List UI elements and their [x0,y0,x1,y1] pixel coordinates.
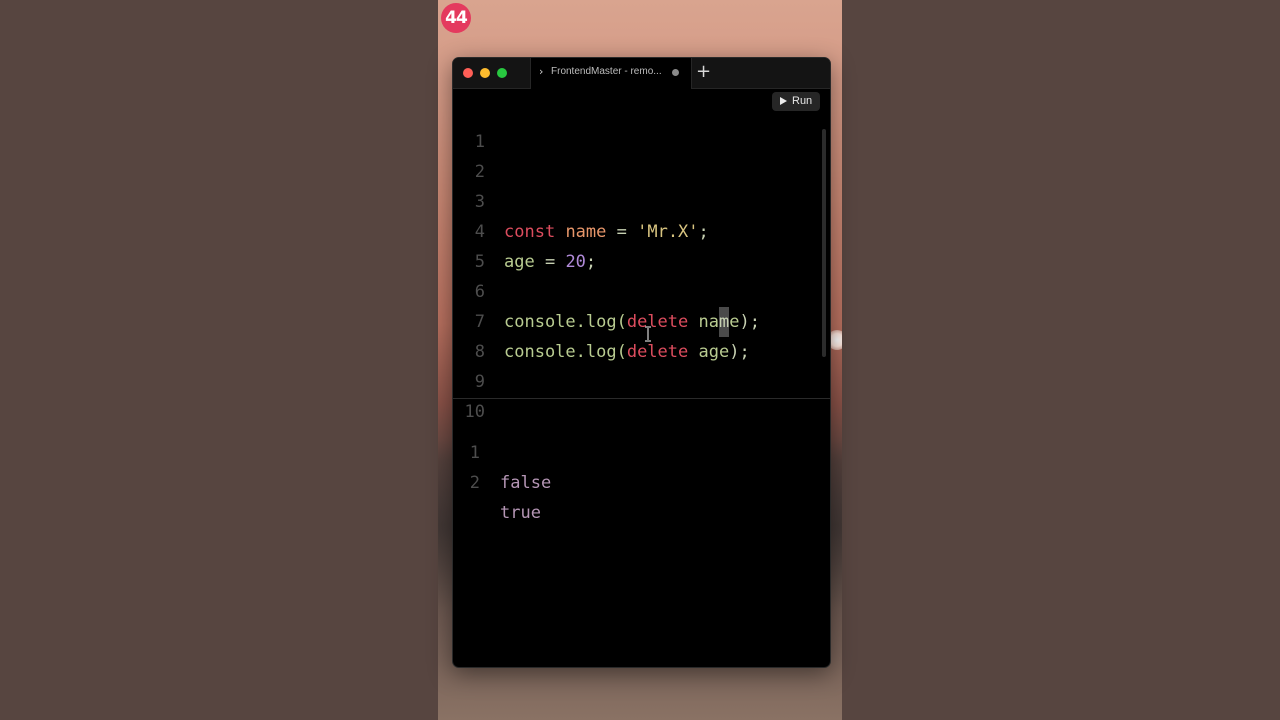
output-value: true [500,503,541,523]
tab-frontendmaster[interactable]: › FrontendMaster - remo... [530,58,692,89]
new-tab-button[interactable]: + [696,62,711,82]
code-line: 10 [453,367,830,422]
editor-output-divider[interactable] [453,398,830,399]
episode-badge: 44 [441,3,471,33]
ibeam-cursor-icon [645,326,651,342]
title-bar: › FrontendMaster - remo... + [453,58,830,89]
code-line: 5 [453,217,830,272]
code-line: 7 console.log(delete age); [453,277,830,362]
code-line: 2 [453,127,830,182]
code-line: 1 [453,97,830,152]
editor-scrollbar[interactable] [822,129,826,357]
chevron-right-icon: › [539,65,544,78]
maximize-window-button[interactable] [497,68,507,78]
tab-title: FrontendMaster - remo... [551,66,662,77]
code-line: 4 age = 20; [453,187,830,272]
output-line: 2 true [453,438,830,523]
minimize-window-button[interactable] [480,68,490,78]
output-panel: 1 false 2 true [453,408,830,658]
editor-window: › FrontendMaster - remo... + Run 1 2 3 c… [452,57,831,668]
code-line: 3 const name = 'Mr.X'; [453,157,830,242]
code-line: 8 [453,307,830,362]
unsaved-dot-icon[interactable] [672,69,679,76]
output-line: 1 false [453,408,830,493]
output-line-number: 2 [469,473,480,493]
close-window-button[interactable] [463,68,473,78]
background-right [842,0,1280,720]
code-line: 9 [453,337,830,392]
code-line: 6 console.log(delete name); [453,247,830,337]
code-editor[interactable]: 1 2 3 const name = 'Mr.X'; 4 age = 20; 5… [453,89,830,422]
background-left [0,0,438,720]
